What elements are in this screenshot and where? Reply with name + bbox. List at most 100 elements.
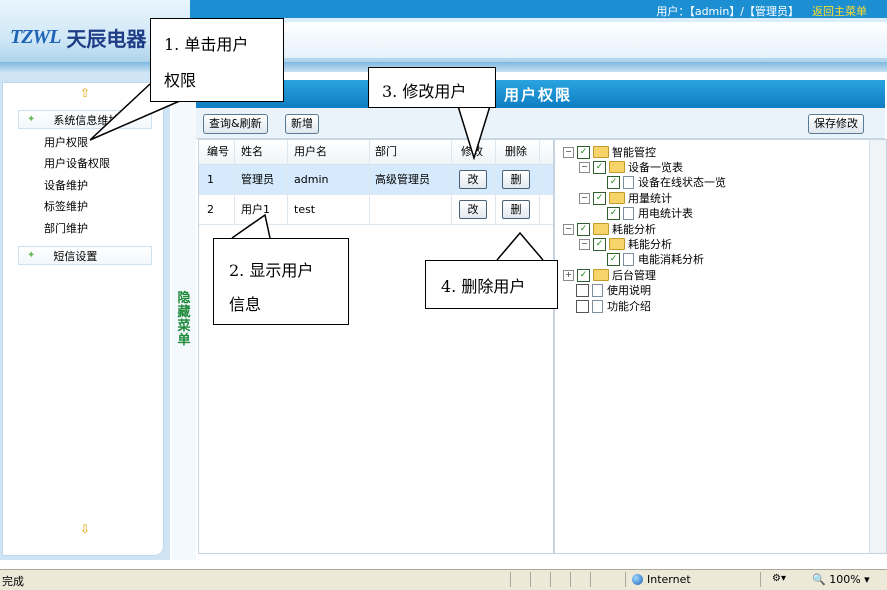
zone-label: Internet	[647, 573, 691, 586]
tree-node-label: 用电统计表	[638, 207, 693, 220]
checkbox-checked-icon[interactable]: ✓	[607, 206, 620, 220]
diamond-icon: ✦	[27, 114, 36, 125]
column-header-id: 编号	[207, 145, 229, 158]
toolbar: 查询&刷新 新增 保存修改	[196, 108, 885, 139]
tree-node-label: 设备一览表	[628, 161, 683, 174]
status-bar: 完成 Internet ⚙▾ 🔍 100% ▾	[0, 569, 887, 590]
callout-line: 信息	[229, 295, 262, 314]
checkbox-checked-icon[interactable]: ✓	[577, 145, 590, 159]
table-row[interactable]: 2 用户1 test 改 删	[199, 195, 553, 225]
query-refresh-button[interactable]: 查询&刷新	[203, 114, 268, 134]
tree-node[interactable]: 功能介绍	[576, 299, 651, 313]
hide-menu-label[interactable]: 隐藏菜单	[172, 292, 196, 348]
column-header-edit: 修改	[461, 145, 483, 158]
checkbox-unchecked-icon[interactable]	[576, 283, 589, 297]
zoom-control[interactable]: 🔍 100% ▾	[812, 573, 870, 586]
tree-node-label: 用量统计	[628, 192, 672, 205]
logo-text: 天辰电器	[66, 26, 147, 51]
checkbox-checked-icon[interactable]: ✓	[577, 222, 590, 236]
hide-menu-bar[interactable]: 隐藏菜单	[172, 72, 196, 560]
menu-group-label: 系统信息维护	[53, 113, 120, 127]
cell-username: admin	[294, 173, 329, 186]
callout-delete-user: 4. 删除用户	[425, 260, 558, 309]
user-info: 用户：【admin】/【管理员】	[656, 5, 799, 18]
tree-node-label: 使用说明	[607, 284, 651, 297]
checkbox-checked-icon[interactable]: ✓	[607, 252, 620, 266]
scroll-down-arrow-icon[interactable]: ⇩	[80, 522, 90, 536]
delete-user-button[interactable]: 删	[502, 200, 530, 219]
status-separator	[570, 572, 571, 587]
callout-line: 2. 显示用户	[229, 261, 314, 280]
collapse-icon[interactable]: −	[579, 238, 590, 250]
tree-node[interactable]: ✓ 用电统计表	[607, 206, 693, 220]
document-icon	[623, 175, 634, 189]
menu-item-user-device-permission[interactable]: 用户设备权限	[44, 155, 110, 171]
tree-node[interactable]: + ✓ 后台管理	[563, 268, 656, 282]
folder-icon	[593, 146, 609, 158]
menu-item-user-permission[interactable]: 用户权限	[44, 134, 88, 150]
back-to-main-menu-link[interactable]: 返回主菜单	[812, 3, 867, 19]
cell-id: 2	[207, 203, 214, 216]
menu-item-department-maintenance[interactable]: 部门维护	[44, 220, 88, 236]
delete-user-button[interactable]: 删	[502, 170, 530, 189]
folder-icon	[609, 192, 625, 204]
folder-icon	[593, 269, 609, 281]
folder-icon	[609, 238, 625, 250]
left-menu-panel: ⇧ ✦ 系统信息维护 用户权限 用户设备权限 设备维护 标签维护 部门维护 ✦ …	[2, 82, 164, 556]
status-separator	[550, 572, 551, 587]
menu-group-system-info[interactable]: ✦ 系统信息维护	[18, 110, 152, 129]
column-header-username: 用户名	[294, 145, 327, 158]
collapse-icon[interactable]: −	[579, 192, 590, 204]
cell-id: 1	[207, 173, 214, 186]
header-topbar: 用户：【admin】/【管理员】 返回主菜单	[190, 0, 887, 18]
menu-item-tag-maintenance[interactable]: 标签维护	[44, 198, 88, 214]
tree-node[interactable]: − ✓ 设备一览表	[579, 160, 683, 174]
tree-node-label: 功能介绍	[607, 300, 651, 313]
tree-node[interactable]: − ✓ 智能管控	[563, 145, 656, 159]
tree-node[interactable]: 使用说明	[576, 283, 651, 297]
collapse-icon[interactable]: −	[563, 223, 574, 235]
diamond-icon: ✦	[27, 250, 36, 261]
collapse-icon[interactable]: −	[579, 161, 590, 173]
column-header-department: 部门	[375, 145, 397, 158]
edit-user-button[interactable]: 改	[459, 200, 487, 219]
callout-line: 1. 单击用户	[164, 35, 249, 54]
protected-mode-icon[interactable]: ⚙▾	[772, 573, 786, 584]
user-table: 编号 姓名 用户名 部门 修改 删除 1 管理员 admin 高级管理员 改 删…	[198, 139, 554, 554]
save-changes-button[interactable]: 保存修改	[808, 114, 864, 134]
add-button[interactable]: 新增	[285, 114, 319, 134]
edit-user-button[interactable]: 改	[459, 170, 487, 189]
table-row[interactable]: 1 管理员 admin 高级管理员 改 删	[199, 165, 553, 195]
scroll-up-arrow-icon[interactable]: ⇧	[80, 86, 90, 100]
callout-line: 4. 删除用户	[441, 277, 526, 296]
document-icon	[623, 252, 634, 266]
checkbox-checked-icon[interactable]: ✓	[593, 237, 606, 251]
status-separator	[625, 572, 626, 587]
zoom-magnifier-icon: 🔍	[812, 573, 826, 586]
tree-node[interactable]: − ✓ 耗能分析	[579, 237, 672, 251]
tree-node[interactable]: ✓ 设备在线状态一览	[607, 175, 726, 189]
menu-item-device-maintenance[interactable]: 设备维护	[44, 177, 88, 193]
header-strip	[190, 22, 887, 58]
zoom-dropdown-icon[interactable]: ▾	[864, 573, 870, 586]
expand-icon[interactable]: +	[563, 269, 574, 281]
tree-node[interactable]: ✓ 电能消耗分析	[607, 252, 704, 266]
page-title: 用户权限	[504, 86, 573, 104]
tree-node[interactable]: − ✓ 耗能分析	[563, 222, 656, 236]
callout-show-user-info: 2. 显示用户 信息	[213, 238, 349, 325]
checkbox-unchecked-icon[interactable]	[576, 299, 589, 313]
callout-line: 3. 修改用户	[382, 82, 467, 101]
document-icon	[592, 283, 603, 297]
menu-group-sms-settings[interactable]: ✦ 短信设置	[18, 246, 152, 265]
tree-scrollbar[interactable]	[869, 140, 886, 553]
collapse-icon[interactable]: −	[563, 146, 574, 158]
checkbox-checked-icon[interactable]: ✓	[577, 268, 590, 282]
column-divider	[451, 140, 452, 224]
tree-node-label: 耗能分析	[612, 223, 656, 236]
checkbox-checked-icon[interactable]: ✓	[593, 160, 606, 174]
tree-node[interactable]: − ✓ 用量统计	[579, 191, 672, 205]
cell-department: 高级管理员	[375, 173, 430, 186]
checkbox-checked-icon[interactable]: ✓	[607, 175, 620, 189]
header: 用户：【admin】/【管理员】 返回主菜单 TZWL 天辰电器	[0, 0, 887, 72]
checkbox-checked-icon[interactable]: ✓	[593, 191, 606, 205]
